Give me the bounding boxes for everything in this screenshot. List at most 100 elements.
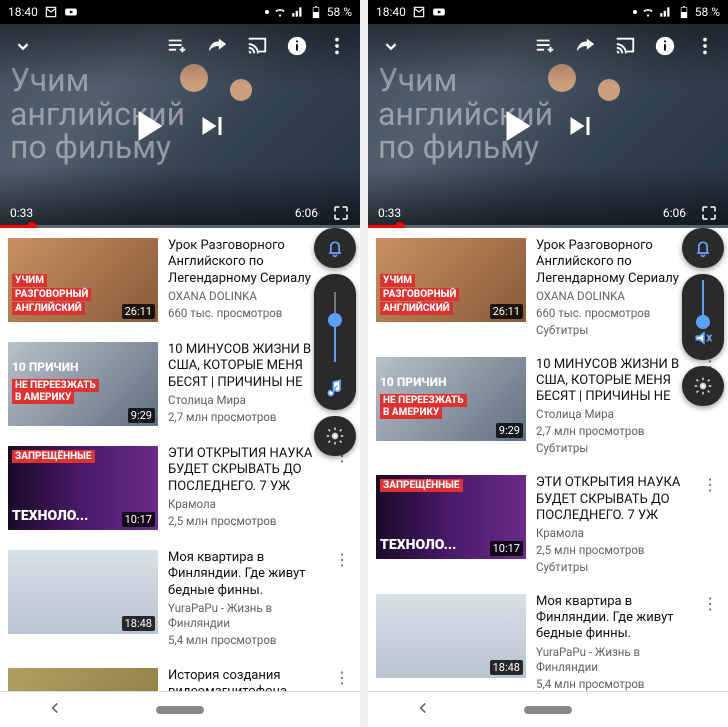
next-button[interactable]	[571, 117, 590, 135]
status-time: 18:40	[8, 5, 38, 19]
nav-back[interactable]	[414, 699, 432, 721]
list-item[interactable]: ЗАПРЕЩЁННЫЕТЕХНОЛО...10:17ЭТИ ОТКРЫТИЯ Н…	[368, 465, 728, 584]
video-thumbnail[interactable]: ЗАПРЕЩЁННЫЕТЕХНОЛО...10:17	[376, 475, 526, 559]
video-views: 2,7 млн просмотров	[536, 424, 686, 439]
video-thumbnail[interactable]: УЧИМРАЗГОВОРНЫЙАНГЛИЙСКИЙ26:11	[376, 238, 526, 322]
settings-pill[interactable]	[314, 416, 356, 456]
mute-icon[interactable]	[693, 328, 713, 348]
more-button[interactable]	[694, 35, 716, 57]
video-views: 2,5 млн просмотров	[536, 543, 686, 558]
list-item[interactable]: 18:48Моя квартира в Финляндии. Где живут…	[0, 540, 360, 658]
video-subtitles-label: Субтитры	[536, 441, 686, 455]
video-thumbnail[interactable]: 10 ПРИЧИННЕ ПЕРЕЕЗЖАТЬВ АМЕРИКУ9:29	[8, 342, 158, 426]
wifi-icon	[641, 5, 655, 19]
list-item[interactable]: 10 ПРИЧИННЕ ПЕРЕЕЗЖАТЬВ АМЕРИКУ9:2910 МИ…	[0, 332, 360, 436]
video-title: 10 МИНУСОВ ЖИЗНИ В США, КОТОРЫЕ МЕНЯ БЕС…	[168, 342, 318, 391]
volume-slider-pill[interactable]	[314, 274, 356, 410]
phone-left: 18:40 58 % Учим английский по фильму	[0, 0, 360, 727]
video-views: 660 тыс. просмотров	[168, 306, 318, 321]
bell-icon	[693, 238, 713, 258]
video-thumbnail[interactable]: 12:09	[8, 668, 158, 691]
bell-pill[interactable]	[682, 228, 724, 268]
list-item[interactable]: УЧИМРАЗГОВОРНЫЙАНГЛИЙСКИЙ26:11Урок Разго…	[368, 228, 728, 347]
item-menu-button[interactable]: ⋮	[334, 446, 348, 530]
info-button[interactable]	[654, 35, 676, 57]
nav-home-pill[interactable]	[156, 706, 204, 714]
video-player[interactable]: Учим английский по фильму 0:33 6:06	[368, 24, 728, 228]
more-button[interactable]	[326, 35, 348, 57]
status-battery: 58 %	[695, 5, 720, 19]
list-item[interactable]: 10 ПРИЧИННЕ ПЕРЕЕЗЖАТЬВ АМЕРИКУ9:2910 МИ…	[368, 347, 728, 466]
share-button[interactable]	[574, 35, 596, 57]
video-player[interactable]: Учим английский по фильму 0:33 6:06	[0, 24, 360, 228]
video-subtitles-label: Субтитры	[536, 323, 686, 337]
volume-panel	[314, 228, 356, 456]
total-time: 6:06	[663, 206, 686, 220]
current-time: 0:33	[378, 206, 401, 220]
collapse-button[interactable]	[12, 35, 34, 57]
video-info: Моя квартира в Финляндии. Где живут бедн…	[536, 594, 692, 691]
settings-pill[interactable]	[682, 366, 724, 406]
video-thumbnail[interactable]: ЗАПРЕЩЁННЫЕТЕХНОЛО...10:17	[8, 446, 158, 530]
item-menu-button[interactable]: ⋮	[334, 550, 348, 648]
list-item[interactable]: 18:48Моя квартира в Финляндии. Где живут…	[368, 584, 728, 691]
video-channel: Крамола	[536, 526, 686, 541]
video-thumbnail[interactable]: 18:48	[376, 594, 526, 678]
item-menu-button[interactable]: ⋮	[334, 668, 348, 691]
bell-pill[interactable]	[314, 228, 356, 268]
video-thumbnail[interactable]: 18:48	[8, 550, 158, 634]
nav-home-pill[interactable]	[524, 706, 572, 714]
list-item[interactable]: ЗАПРЕЩЁННЫЕТЕХНОЛО...10:17ЭТИ ОТКРЫТИЯ Н…	[0, 436, 360, 540]
video-title: Урок Разговорного Английского по Легенда…	[168, 238, 318, 287]
status-time: 18:40	[376, 5, 406, 19]
video-info: Моя квартира в Финляндии. Где живут бедн…	[168, 550, 324, 648]
add-to-queue-button[interactable]	[166, 35, 188, 57]
video-channel: OXANA DOLINKA	[536, 289, 686, 304]
share-button[interactable]	[206, 35, 228, 57]
video-title: ЭТИ ОТКРЫТИЯ НАУКА БУДЕТ СКРЫВАТЬ ДО ПОС…	[168, 446, 318, 495]
status-dot	[265, 10, 269, 14]
info-button[interactable]	[286, 35, 308, 57]
cast-button[interactable]	[614, 35, 636, 57]
fullscreen-button[interactable]	[700, 204, 718, 222]
collapse-button[interactable]	[380, 35, 402, 57]
next-button[interactable]	[203, 117, 222, 135]
total-time: 6:06	[295, 206, 318, 220]
item-menu-button[interactable]: ⋮	[702, 594, 716, 691]
cast-button[interactable]	[246, 35, 268, 57]
nav-back[interactable]	[46, 699, 64, 721]
video-views: 2,7 млн просмотров	[168, 410, 318, 425]
item-menu-button[interactable]: ⋮	[702, 475, 716, 574]
music-note-icon[interactable]	[325, 378, 345, 398]
video-duration: 26:11	[490, 304, 523, 319]
android-navbar	[368, 691, 728, 727]
video-info: Урок Разговорного Английского по Легенда…	[536, 238, 692, 337]
play-button[interactable]	[139, 111, 163, 141]
gmail-icon	[44, 5, 58, 19]
gmail-icon	[412, 5, 426, 19]
video-views: 5,4 млн просмотров	[168, 633, 318, 648]
status-battery: 58 %	[327, 5, 352, 19]
video-list: УЧИМРАЗГОВОРНЫЙАНГЛИЙСКИЙ26:11Урок Разго…	[0, 228, 360, 691]
add-to-queue-button[interactable]	[534, 35, 556, 57]
list-item[interactable]: УЧИМРАЗГОВОРНЫЙАНГЛИЙСКИЙ26:11Урок Разго…	[0, 228, 360, 332]
video-info: 10 МИНУСОВ ЖИЗНИ В США, КОТОРЫЕ МЕНЯ БЕС…	[536, 357, 692, 456]
youtube-icon	[432, 5, 446, 19]
video-thumbnail[interactable]: 10 ПРИЧИННЕ ПЕРЕЕЗЖАТЬВ АМЕРИКУ9:29	[376, 357, 526, 441]
play-button[interactable]	[507, 111, 531, 141]
video-channel: YuraPaPu - Жизнь в Финляндии	[168, 601, 318, 631]
video-views: 2,5 млн просмотров	[168, 514, 318, 529]
status-dot	[633, 10, 637, 14]
video-thumbnail[interactable]: УЧИМРАЗГОВОРНЫЙАНГЛИЙСКИЙ26:11	[8, 238, 158, 322]
video-list: УЧИМРАЗГОВОРНЫЙАНГЛИЙСКИЙ26:11Урок Разго…	[368, 228, 728, 691]
fullscreen-button[interactable]	[332, 204, 350, 222]
volume-slider[interactable]	[334, 292, 336, 362]
bell-icon	[325, 238, 345, 258]
video-channel: YuraPaPu - Жизнь в Финляндии	[536, 645, 686, 675]
list-item[interactable]: 12:09История создания видеомагнитофонаВл…	[0, 658, 360, 691]
volume-slider[interactable]	[702, 280, 704, 322]
signal-icon	[659, 5, 673, 19]
gear-icon	[325, 426, 345, 446]
volume-slider-pill[interactable]	[682, 274, 724, 360]
phone-right: 18:40 58 % Учим английский по фильму	[368, 0, 728, 727]
